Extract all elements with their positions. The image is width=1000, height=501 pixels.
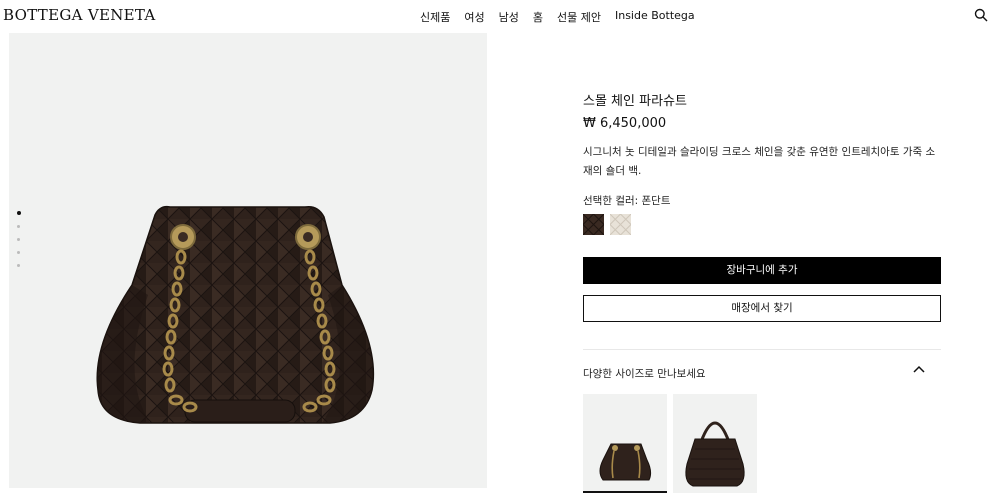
gallery-dot-3[interactable] bbox=[17, 238, 20, 241]
chevron-up-icon[interactable] bbox=[913, 364, 925, 374]
nav-item-inside-bottega[interactable]: Inside Bottega bbox=[615, 9, 695, 25]
swatch-cream[interactable] bbox=[610, 214, 631, 235]
size-thumb-medium[interactable] bbox=[673, 394, 757, 493]
product-image-bag bbox=[96, 205, 375, 424]
product-title: 스몰 체인 파라슈트 bbox=[583, 94, 687, 109]
small-bag-thumbnail-image bbox=[599, 443, 652, 481]
product-description: 시그니처 놋 디테일과 슬라이딩 크로스 체인을 갖춘 유연한 인트레치아토 가… bbox=[583, 146, 936, 177]
color-swatches bbox=[583, 214, 941, 235]
selected-color-label: 선택한 컬러: 폰단트 bbox=[583, 195, 671, 207]
gallery-dot-1[interactable] bbox=[16, 211, 21, 215]
site-header: BOTTEGA VENETA 신제품 여성 남성 홈 선물 제안 Inside … bbox=[0, 0, 1000, 32]
gallery-pagination bbox=[16, 211, 21, 277]
nav-item-women[interactable]: 여성 bbox=[464, 9, 484, 25]
size-thumbnails bbox=[583, 394, 941, 493]
product-info-panel: 스몰 체인 파라슈트 ₩ 6,450,000 시그니처 놋 디테일과 슬라이딩 … bbox=[583, 90, 941, 493]
main-nav: 신제품 여성 남성 홈 선물 제안 Inside Bottega bbox=[420, 9, 709, 25]
product-price: ₩ 6,450,000 bbox=[583, 116, 667, 131]
nav-item-home[interactable]: 홈 bbox=[533, 9, 543, 25]
sizes-accordion-label: 다양한 사이즈로 만나보세요 bbox=[583, 368, 706, 380]
gallery-dot-2[interactable] bbox=[17, 225, 20, 228]
gallery-dot-4[interactable] bbox=[17, 251, 20, 254]
search-icon[interactable] bbox=[974, 8, 988, 22]
find-in-store-button[interactable]: 매장에서 찾기 bbox=[583, 295, 941, 322]
nav-item-men[interactable]: 남성 bbox=[499, 9, 519, 25]
nav-item-gifts[interactable]: 선물 제안 bbox=[557, 9, 601, 25]
swatch-fondant[interactable] bbox=[583, 214, 604, 235]
nav-item-new[interactable]: 신제품 bbox=[420, 9, 450, 25]
add-to-cart-button[interactable]: 장바구니에 추가 bbox=[583, 257, 941, 284]
medium-bag-thumbnail-image bbox=[685, 421, 745, 487]
gallery-dot-5[interactable] bbox=[17, 264, 20, 267]
sizes-accordion-header[interactable]: 다양한 사이즈로 만나보세요 bbox=[583, 362, 941, 382]
brand-logo[interactable]: BOTTEGA VENETA bbox=[3, 6, 156, 24]
size-thumb-small[interactable] bbox=[583, 394, 667, 493]
section-divider bbox=[583, 349, 941, 350]
